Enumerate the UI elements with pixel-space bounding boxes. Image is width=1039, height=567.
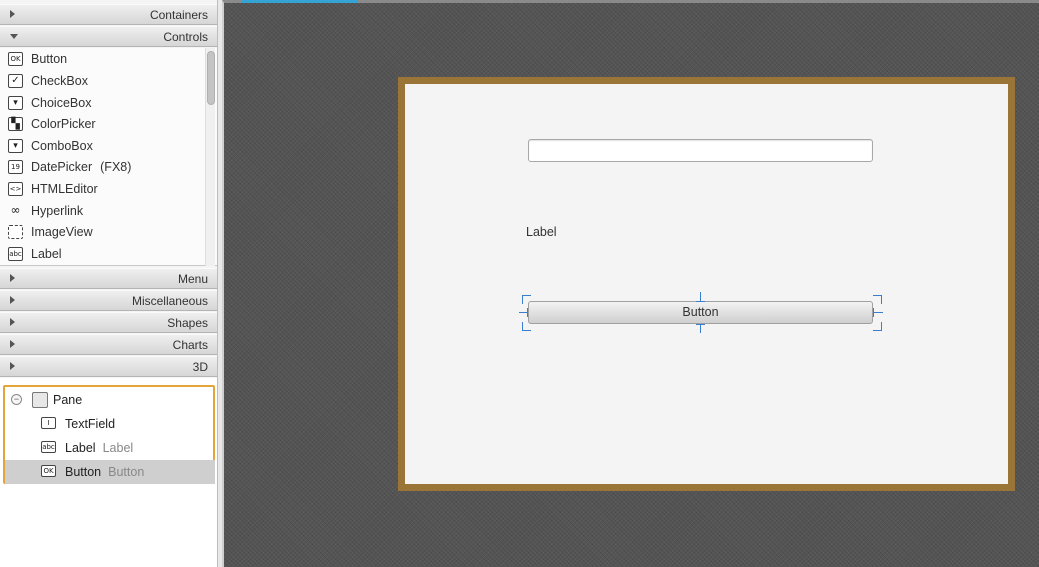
resize-handle-top-right[interactable] xyxy=(881,295,882,304)
tree-node-label: Pane xyxy=(53,393,83,407)
resize-handle-right[interactable] xyxy=(874,312,883,313)
collapse-arrow-icon xyxy=(10,34,18,39)
section-title: Menu xyxy=(177,272,208,286)
library-panel: Containers Controls OK Button ✓ CheckBox… xyxy=(0,0,218,382)
tree-node-label-item[interactable]: abc Label Label xyxy=(5,437,215,459)
section-charts[interactable]: Charts xyxy=(0,334,217,355)
hierarchy-focus-outline: − Pane I TextField abc Label Label OK But… xyxy=(3,385,215,484)
library-item-choicebox[interactable]: ▾ ChoiceBox xyxy=(0,93,200,114)
tree-node-detail: Label xyxy=(102,441,134,455)
imageview-icon xyxy=(8,225,23,239)
library-item-label: ChoiceBox xyxy=(31,96,92,110)
section-title: Charts xyxy=(172,338,208,352)
library-item-label: CheckBox xyxy=(31,74,88,88)
library-item-label: DatePicker (FX8) xyxy=(31,160,131,174)
library-item-label: ColorPicker xyxy=(31,117,96,131)
library-item-label: Hyperlink xyxy=(31,204,84,218)
tree-node-textfield[interactable]: I TextField xyxy=(5,413,215,435)
hierarchy-panel: − Pane I TextField abc Label Label OK But… xyxy=(0,378,218,567)
colorpicker-icon: ▚ xyxy=(8,117,23,131)
controls-scrollbar[interactable] xyxy=(205,48,215,266)
resize-handle-bottom-right[interactable] xyxy=(873,330,882,331)
section-miscellaneous[interactable]: Miscellaneous xyxy=(0,290,217,311)
ok-icon: OK xyxy=(8,52,23,66)
resize-handle-bottom-left[interactable] xyxy=(522,330,531,331)
checkbox-icon: ✓ xyxy=(8,74,23,88)
section-title: Miscellaneous xyxy=(131,294,208,308)
combobox-icon: ▾ xyxy=(8,139,23,153)
resize-handle-right[interactable] xyxy=(873,308,874,317)
choicebox-icon: ▾ xyxy=(8,96,23,110)
tree-node-label: Button Button xyxy=(65,465,144,479)
scroll-thumb[interactable] xyxy=(207,51,215,105)
expand-arrow-icon xyxy=(10,296,15,304)
expand-arrow-icon xyxy=(10,340,15,348)
expand-arrow-icon xyxy=(10,362,15,370)
library-item-label: HTMLEditor xyxy=(31,182,98,196)
library-item-hyperlink[interactable]: ∞ Hyperlink xyxy=(0,201,200,222)
library-item-label: Label xyxy=(31,247,62,261)
section-controls[interactable]: Controls xyxy=(0,26,217,47)
resize-handle-top-right[interactable] xyxy=(873,295,882,296)
datepicker-icon: 19 xyxy=(8,160,23,174)
resize-handle-left[interactable] xyxy=(527,308,528,317)
library-item-label-control[interactable]: abc Label xyxy=(0,244,200,265)
section-shapes[interactable]: Shapes xyxy=(0,312,217,333)
resize-handle-bottom[interactable] xyxy=(700,324,701,333)
library-item-sublabel: (FX8) xyxy=(100,160,132,174)
label-icon: abc xyxy=(41,441,56,453)
library-item-combobox[interactable]: ▾ ComboBox xyxy=(0,136,200,157)
collapse-toggle-icon[interactable]: − xyxy=(11,394,22,405)
design-label[interactable]: Label xyxy=(526,225,557,239)
library-item-button[interactable]: OK Button xyxy=(0,49,200,70)
design-button[interactable]: Button xyxy=(528,301,873,324)
hyperlink-icon: ∞ xyxy=(10,203,21,217)
expand-arrow-icon xyxy=(10,274,15,282)
resize-handle-top-left[interactable] xyxy=(522,295,523,304)
document-tab-indicator xyxy=(242,0,358,3)
library-item-label-text: DatePicker xyxy=(31,160,93,174)
library-item-checkbox[interactable]: ✓ CheckBox xyxy=(0,71,200,92)
resize-handle-top-left[interactable] xyxy=(522,295,531,296)
tree-node-pane[interactable]: − Pane xyxy=(5,389,215,411)
design-canvas[interactable]: Label Button xyxy=(222,0,1039,567)
resize-handle-top[interactable] xyxy=(696,301,705,302)
resize-handle-bottom[interactable] xyxy=(696,324,705,325)
section-menu[interactable]: Menu xyxy=(0,268,217,289)
section-containers[interactable]: Containers xyxy=(0,4,217,25)
tree-node-detail: Button xyxy=(108,465,145,479)
tree-node-label: TextField xyxy=(65,417,116,431)
library-item-label: ImageView xyxy=(31,225,93,239)
section-title: Controls xyxy=(163,30,208,44)
section-3d[interactable]: 3D xyxy=(0,356,217,377)
library-item-label: ComboBox xyxy=(31,139,93,153)
tree-node-name: Label xyxy=(65,441,96,455)
library-item-datepicker[interactable]: 19 DatePicker (FX8) xyxy=(0,157,200,178)
library-item-htmleditor[interactable]: <> HTMLEditor xyxy=(0,179,200,200)
pane-container[interactable]: Label Button xyxy=(398,77,1015,491)
library-item-colorpicker[interactable]: ▚ ColorPicker xyxy=(0,114,200,135)
resize-handle-top[interactable] xyxy=(700,292,701,301)
section-title: Shapes xyxy=(167,316,208,330)
expand-arrow-icon xyxy=(10,10,15,18)
tree-node-button[interactable]: OK Button Button xyxy=(5,460,215,484)
tree-node-name: Button xyxy=(65,465,102,479)
htmleditor-icon: <> xyxy=(8,182,23,196)
label-icon: abc xyxy=(8,247,23,261)
textfield-icon: I xyxy=(41,417,56,429)
controls-list: OK Button ✓ CheckBox ▾ ChoiceBox ▚ Color… xyxy=(0,48,217,266)
section-title: 3D xyxy=(192,360,208,374)
pane-icon xyxy=(32,392,48,408)
expand-arrow-icon xyxy=(10,318,15,326)
tree-node-label: Label Label xyxy=(65,441,133,455)
section-title: Containers xyxy=(149,8,208,22)
library-item-imageview[interactable]: ImageView xyxy=(0,222,200,243)
library-item-label: Button xyxy=(31,52,68,66)
design-text-field[interactable] xyxy=(528,139,873,162)
ok-icon: OK xyxy=(41,465,56,477)
